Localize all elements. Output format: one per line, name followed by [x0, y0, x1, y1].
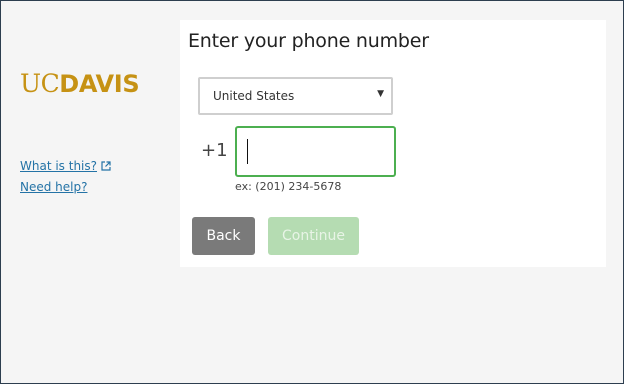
- continue-button[interactable]: Continue: [268, 217, 359, 255]
- back-button[interactable]: Back: [192, 217, 255, 255]
- dropdown-arrow-icon: ▼: [377, 89, 384, 99]
- country-code-prefix: +1: [201, 140, 228, 161]
- phone-form-card: Enter your phone number United States ▼ …: [180, 20, 606, 267]
- phone-format-hint: ex: (201) 234-5678: [235, 180, 342, 193]
- ucdavis-logo: UCDAVIS: [20, 69, 140, 98]
- logo-uc: UC: [20, 69, 60, 98]
- text-caret: [247, 139, 248, 164]
- phone-number-input[interactable]: [235, 126, 396, 177]
- what-is-this-label: What is this?: [20, 159, 98, 173]
- page-title: Enter your phone number: [188, 30, 429, 52]
- country-select-value: United States: [213, 89, 295, 103]
- app-frame: UCDAVIS What is this? Need help? Enter y…: [0, 0, 624, 384]
- external-link-icon: [101, 161, 111, 171]
- what-is-this-link[interactable]: What is this?: [20, 156, 111, 177]
- help-links: What is this? Need help?: [20, 156, 111, 198]
- sidebar: UCDAVIS What is this? Need help?: [1, 1, 179, 383]
- country-select[interactable]: United States ▼: [198, 77, 393, 115]
- logo-davis: DAVIS: [59, 70, 140, 98]
- need-help-link[interactable]: Need help?: [20, 177, 111, 198]
